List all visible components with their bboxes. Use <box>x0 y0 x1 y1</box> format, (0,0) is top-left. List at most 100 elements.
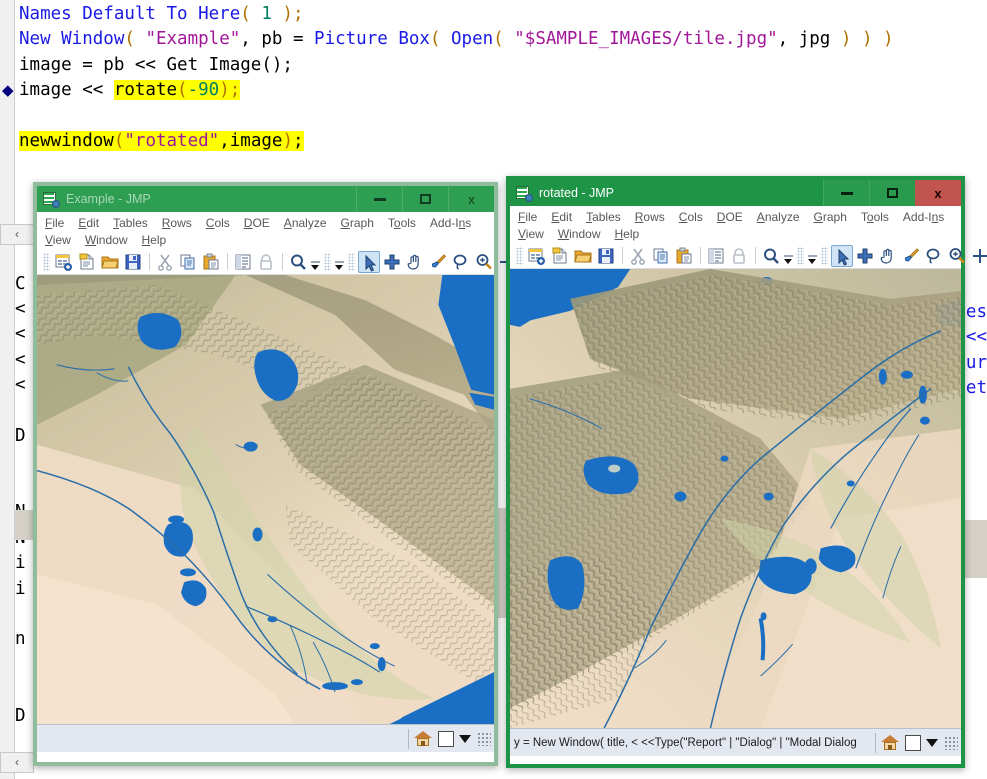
menu-item-file[interactable]: File <box>45 216 64 230</box>
toolbar-overflow-button[interactable] <box>310 251 321 273</box>
lasso-icon[interactable] <box>450 251 472 273</box>
new-data-table-icon[interactable] <box>526 245 548 267</box>
titlebar-rotated[interactable]: rotated - JMP x <box>510 180 961 206</box>
toolbar-grip[interactable] <box>43 252 50 271</box>
menubar-row-1[interactable]: File Edit Tables Rows Cols DOE Analyze Graph Too… <box>512 208 961 225</box>
copy-icon[interactable] <box>177 251 199 273</box>
menu-item-doe[interactable]: DOE <box>717 210 743 224</box>
save-icon[interactable] <box>595 245 617 267</box>
cut-icon[interactable] <box>627 245 649 267</box>
menu-item-tables[interactable]: Tables <box>586 210 621 224</box>
brush-icon[interactable] <box>427 251 449 273</box>
arrow-select-icon[interactable] <box>831 244 853 267</box>
menu-item-analyze[interactable]: Analyze <box>284 216 327 230</box>
menu-item-graph[interactable]: Graph <box>814 210 847 224</box>
column-info-icon[interactable] <box>232 251 254 273</box>
search-icon[interactable] <box>760 245 782 267</box>
menu-item-cols[interactable]: Cols <box>679 210 703 224</box>
maximize-button-example[interactable] <box>402 186 448 212</box>
code-line[interactable] <box>15 104 987 129</box>
home-icon[interactable] <box>414 730 432 748</box>
menubar-rotated[interactable]: File Edit Tables Rows Cols DOE Analyze Graph Too… <box>510 206 961 243</box>
menu-item-window[interactable]: Window <box>85 233 128 247</box>
resize-grip[interactable] <box>477 731 491 746</box>
menu-item-help[interactable]: Help <box>142 233 167 247</box>
toolbar-grip[interactable] <box>516 246 523 265</box>
menu-item-analyze[interactable]: Analyze <box>757 210 800 224</box>
window-rotated[interactable]: rotated - JMP x File Edit Tables Rows Cols DO… <box>506 176 987 768</box>
menu-item-view[interactable]: View <box>45 233 71 247</box>
chevron-down-icon[interactable] <box>459 734 471 743</box>
crosshair-icon[interactable] <box>854 245 876 267</box>
close-button-rotated[interactable]: x <box>915 180 961 206</box>
menu-item-file[interactable]: File <box>518 210 537 224</box>
toolbar-grip[interactable] <box>324 252 331 271</box>
menu-item-graph[interactable]: Graph <box>341 216 374 230</box>
menu-item-rows[interactable]: Rows <box>635 210 665 224</box>
titlebar-example[interactable]: Example - JMP x <box>37 186 494 212</box>
window-controls-example[interactable]: x <box>356 186 494 212</box>
paste-icon[interactable] <box>673 245 695 267</box>
menu-item-rows[interactable]: Rows <box>162 216 192 230</box>
paste-icon[interactable] <box>200 251 222 273</box>
menu-item-add-ins[interactable]: Add-Ins <box>430 216 471 230</box>
column-info-icon[interactable] <box>705 245 727 267</box>
breakpoint-marker-icon[interactable]: ◆ <box>2 78 15 103</box>
lock-icon[interactable] <box>728 245 750 267</box>
window-controls-rotated[interactable]: x <box>823 180 961 206</box>
minimize-button-rotated[interactable] <box>823 180 869 206</box>
new-script-icon[interactable] <box>76 251 98 273</box>
toolbar-grip[interactable] <box>348 252 355 271</box>
copy-icon[interactable] <box>650 245 672 267</box>
menu-item-help[interactable]: Help <box>615 227 640 241</box>
chevron-down-icon[interactable] <box>926 738 938 747</box>
save-icon[interactable] <box>122 251 144 273</box>
code-line[interactable]: newwindow("rotated",image); <box>15 129 987 154</box>
editor-hscroll-left[interactable]: ‹ <box>0 224 34 245</box>
cut-icon[interactable] <box>154 251 176 273</box>
status-checkbox[interactable] <box>438 730 454 747</box>
menubar-row-2[interactable]: View Window Help <box>512 225 961 242</box>
toolbar-overflow-button[interactable] <box>334 251 345 273</box>
menu-item-tools[interactable]: Tools <box>388 216 416 230</box>
window-example[interactable]: Example - JMP x File Edit Tables Rows Cols DO… <box>33 182 529 766</box>
minimize-button-example[interactable] <box>356 186 402 212</box>
status-checkbox[interactable] <box>905 734 921 751</box>
new-script-icon[interactable] <box>549 245 571 267</box>
code-line[interactable]: New Window( "Example", pb = Picture Box(… <box>15 27 987 52</box>
menu-item-view[interactable]: View <box>518 227 544 241</box>
magnifier-zoom-icon[interactable] <box>473 251 495 273</box>
menubar-example[interactable]: File Edit Tables Rows Cols DOE Analyze Graph Too… <box>37 212 494 249</box>
menu-item-cols[interactable]: Cols <box>206 216 230 230</box>
menu-item-tools[interactable]: Tools <box>861 210 889 224</box>
annotate-icon[interactable] <box>969 245 987 267</box>
magnifier-zoom-icon[interactable] <box>946 245 968 267</box>
toolbar-example[interactable] <box>37 249 529 275</box>
resize-grip[interactable] <box>944 735 958 750</box>
menu-item-add-ins[interactable]: Add-Ins <box>903 210 944 224</box>
search-icon[interactable] <box>287 251 309 273</box>
hand-pan-icon[interactable] <box>877 245 899 267</box>
menu-item-tables[interactable]: Tables <box>113 216 148 230</box>
maximize-button-rotated[interactable] <box>869 180 915 206</box>
lock-icon[interactable] <box>255 251 277 273</box>
menubar-row-2[interactable]: View Window Help <box>39 231 494 248</box>
menu-item-edit[interactable]: Edit <box>551 210 572 224</box>
crosshair-icon[interactable] <box>381 251 403 273</box>
menu-item-edit[interactable]: Edit <box>78 216 99 230</box>
toolbar-grip[interactable] <box>821 246 828 265</box>
code-line[interactable]: image = pb << Get Image(); <box>15 53 987 78</box>
new-data-table-icon[interactable] <box>53 251 75 273</box>
toolbar-overflow-button[interactable] <box>807 245 818 267</box>
home-icon[interactable] <box>881 734 899 752</box>
editor-hscroll-bottom[interactable]: ‹ <box>0 752 34 773</box>
brush-icon[interactable] <box>900 245 922 267</box>
arrow-select-icon[interactable] <box>358 250 380 273</box>
code-line[interactable]: Names Default To Here( 1 ); <box>15 2 987 27</box>
hand-pan-icon[interactable] <box>404 251 426 273</box>
toolbar-rotated[interactable] <box>510 243 987 269</box>
editor-code[interactable]: Names Default To Here( 1 ); New Window( "… <box>15 2 987 154</box>
toolbar-grip[interactable] <box>797 246 804 265</box>
toolbar-overflow-button[interactable] <box>783 245 794 267</box>
close-button-example[interactable]: x <box>448 186 494 212</box>
